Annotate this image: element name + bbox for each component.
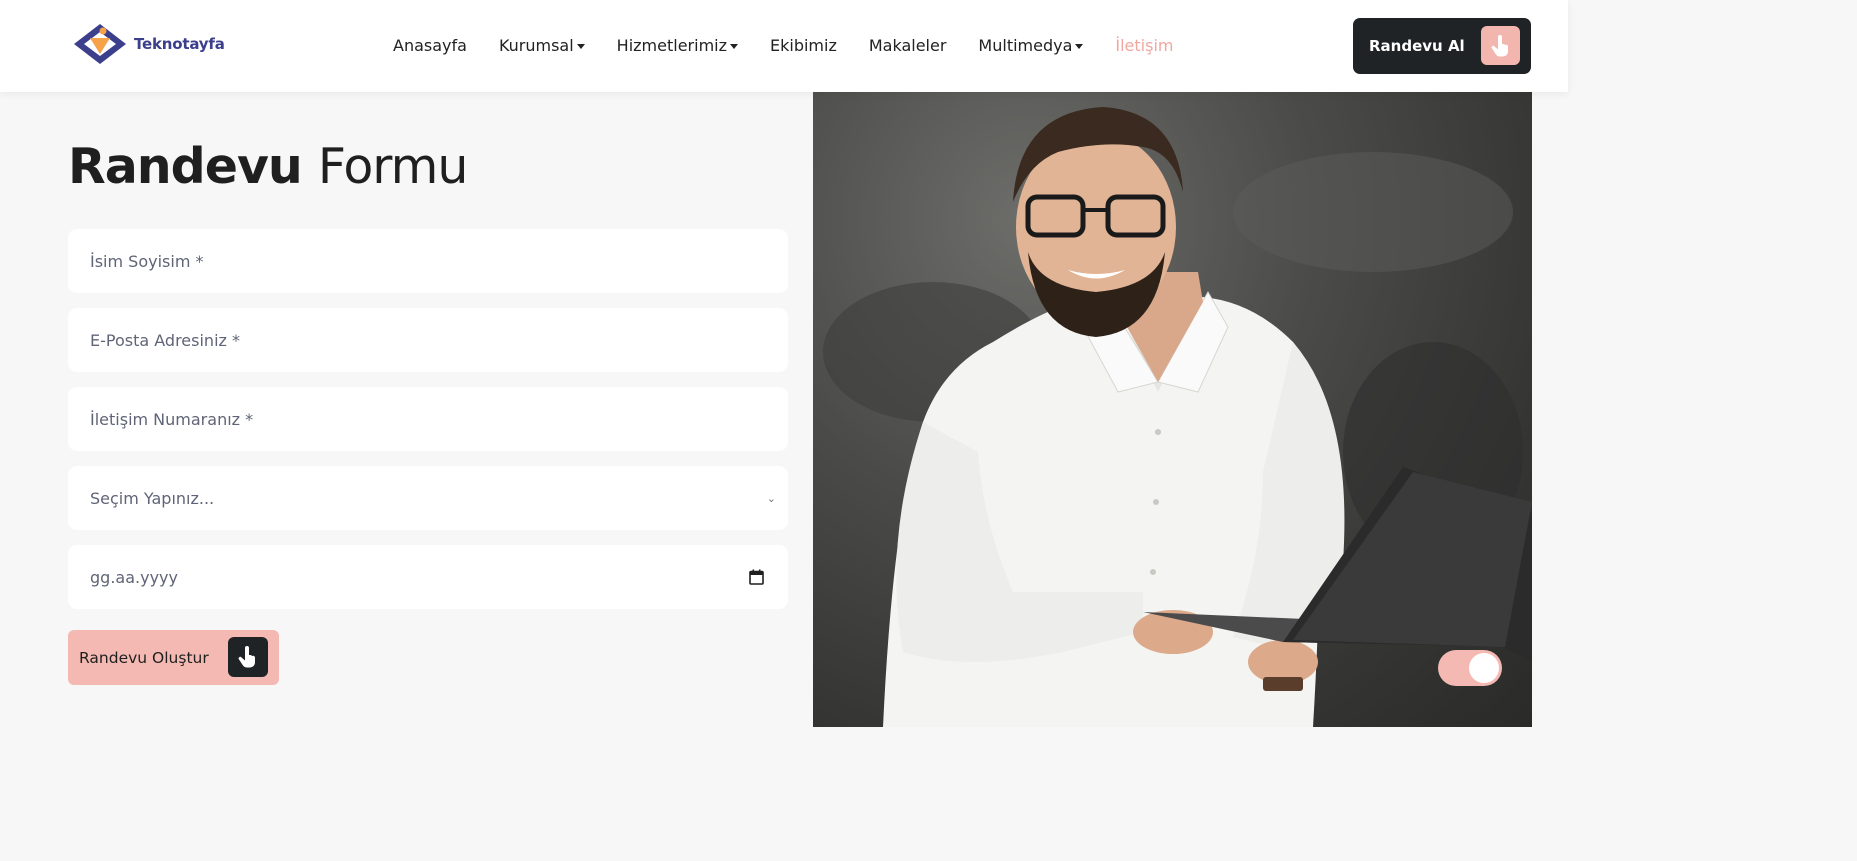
caret-down-icon (576, 44, 585, 49)
form-title: Randevu Formu (68, 138, 468, 195)
chevron-down-icon: ⌄ (766, 491, 776, 505)
hero-photo (813, 92, 1532, 727)
nav-item-multimedya[interactable]: Multimedya (978, 36, 1084, 55)
nav-label: Ekibimiz (770, 36, 837, 55)
date-value: gg.aa.yyyy (90, 567, 178, 587)
name-placeholder: İsim Soyisim * (90, 251, 204, 271)
pointer-hand-icon (228, 637, 268, 677)
nav-label: Hizmetlerimiz (616, 36, 727, 55)
nav-item-hizmetlerimiz[interactable]: Hizmetlerimiz (617, 36, 738, 55)
service-select[interactable]: Seçim Yapınız... ⌄ (68, 466, 788, 530)
nav-item-anasayfa[interactable]: Anasayfa (393, 36, 467, 55)
submit-label: Randevu Oluştur (79, 648, 209, 667)
site-header: Teknotayfa Anasayfa Kurumsal Hizmetlerim… (0, 0, 1568, 92)
date-field[interactable]: gg.aa.yyyy (68, 545, 788, 609)
nav-label: İletişim (1115, 36, 1174, 55)
select-value: Seçim Yapınız... (90, 488, 215, 508)
submit-appointment-button[interactable]: Randevu Oluştur (68, 630, 279, 685)
form-title-light: Formu (317, 138, 468, 195)
toggle-knob (1469, 653, 1499, 683)
main-nav: Anasayfa Kurumsal Hizmetlerimiz Ekibimiz… (393, 36, 1205, 55)
theme-toggle[interactable] (1438, 650, 1502, 686)
nav-label: Anasayfa (393, 36, 467, 55)
nav-item-kurumsal[interactable]: Kurumsal (499, 36, 585, 55)
nav-item-ekibimiz[interactable]: Ekibimiz (770, 36, 837, 55)
brand-logo[interactable]: Teknotayfa (72, 22, 225, 66)
appointment-cta-button[interactable]: Randevu Al (1353, 18, 1531, 74)
calendar-icon[interactable] (749, 569, 764, 585)
man-with-laptop-illustration (823, 107, 1532, 727)
email-field[interactable]: E-Posta Adresiniz * (68, 308, 788, 372)
form-title-bold: Randevu (68, 138, 303, 195)
nav-label: Makaleler (868, 36, 947, 55)
nav-item-iletisim[interactable]: İletişim (1115, 36, 1173, 55)
phone-placeholder: İletişim Numaranız * (90, 409, 254, 429)
nav-item-makaleler[interactable]: Makaleler (869, 36, 947, 55)
nav-label: Multimedya (978, 36, 1073, 55)
logo-mark-icon (74, 24, 126, 64)
phone-field[interactable]: İletişim Numaranız * (68, 387, 788, 451)
caret-down-icon (730, 44, 738, 49)
email-placeholder: E-Posta Adresiniz * (90, 330, 240, 350)
nav-label: Kurumsal (498, 36, 574, 55)
cta-label: Randevu Al (1369, 37, 1465, 55)
pointer-hand-icon (1481, 26, 1520, 65)
caret-down-icon (1075, 44, 1084, 49)
brand-name: Teknotayfa (134, 35, 225, 53)
name-field[interactable]: İsim Soyisim * (68, 229, 788, 293)
